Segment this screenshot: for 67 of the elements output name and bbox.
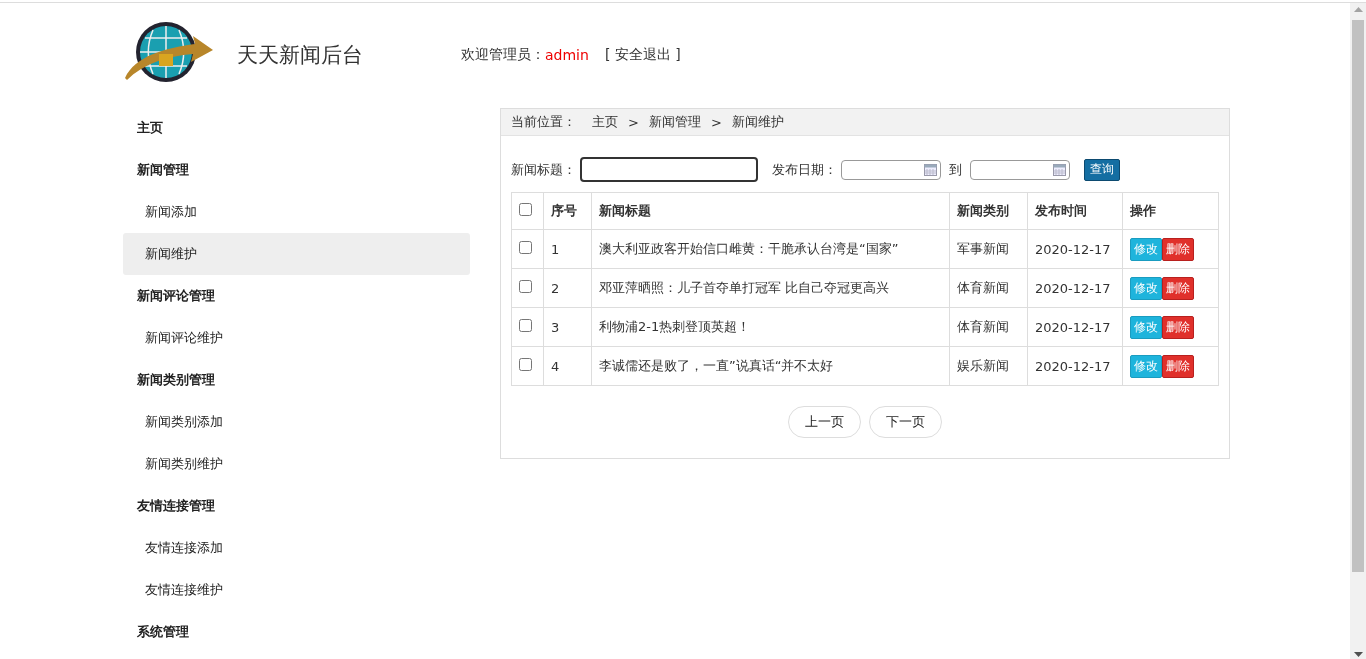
scroll-down-icon[interactable]	[1353, 652, 1363, 657]
row-checkbox[interactable]	[519, 241, 532, 254]
breadcrumb-label: 当前位置：	[511, 113, 576, 131]
next-page-button[interactable]: 下一页	[869, 406, 942, 438]
sidebar-item[interactable]: 友情连接添加	[123, 527, 470, 569]
welcome-label: 欢迎管理员：	[461, 46, 545, 64]
sidebar-item[interactable]: 新闻评论维护	[123, 317, 470, 359]
table-cell: 军事新闻	[957, 241, 1009, 256]
field-label: 发布日期：	[772, 160, 837, 179]
previous-page-button[interactable]: 上一页	[788, 406, 861, 438]
sidebar-group[interactable]: 系统管理	[123, 611, 470, 653]
breadcrumb-link[interactable]: 主页	[592, 113, 618, 131]
calendar-icon[interactable]	[1053, 163, 1066, 176]
sidebar-group[interactable]: 友情连接管理	[123, 485, 470, 527]
calendar-icon[interactable]	[924, 163, 937, 176]
start-date-field[interactable]	[841, 159, 941, 180]
table-cell: 2020-12-17	[1035, 319, 1111, 335]
column-header: 序号	[551, 203, 577, 218]
end-date-field[interactable]	[970, 159, 1070, 180]
sidebar-group[interactable]: 新闻管理	[123, 149, 470, 191]
sidebar-item[interactable]: 友情连接维护	[123, 569, 470, 611]
title-input[interactable]	[580, 157, 758, 182]
news-title-cell: 李诚儒还是败了，一直”说真话“并不太好	[599, 358, 834, 373]
table-cell: 2	[551, 280, 560, 296]
site-title: 天天新闻后台	[237, 42, 364, 69]
search-button[interactable]: 查询	[1084, 158, 1120, 181]
scrollbar-thumb[interactable]	[1352, 20, 1364, 572]
sidebar-group[interactable]: 主页	[123, 107, 470, 149]
table-cell: 4	[551, 358, 560, 374]
delete-button[interactable]: 删除	[1162, 237, 1194, 261]
breadcrumb-link[interactable]: 新闻管理	[648, 113, 701, 131]
breadcrumb-separator: >	[628, 114, 639, 130]
table-cell: 体育新闻	[957, 319, 1009, 334]
table-cell: 2020-12-17	[1035, 358, 1111, 374]
column-header: 发布时间	[1035, 203, 1087, 218]
breadcrumb-link[interactable]: 新闻维护	[731, 113, 784, 131]
field-label: 新闻标题：	[511, 160, 576, 179]
row-checkbox[interactable]	[519, 358, 532, 371]
table-cell: 3	[551, 319, 560, 335]
table-cell: 1	[551, 241, 560, 257]
column-header: 新闻标题	[599, 203, 651, 218]
news-title-cell: 邓亚萍晒照：儿子首夺单打冠军 比自己夺冠更高兴	[599, 280, 890, 295]
column-header: 操作	[1130, 203, 1156, 218]
breadcrumb-separator: >	[710, 114, 722, 130]
news-title-cell: 利物浦2-1热刺登顶英超！	[599, 319, 751, 334]
select-all-checkbox[interactable]	[519, 203, 532, 216]
sidebar-item[interactable]: 新闻类别添加	[123, 401, 470, 443]
sidebar-group[interactable]: 新闻评论管理	[123, 275, 470, 317]
sidebar-item[interactable]: 新闻添加	[123, 191, 470, 233]
sidebar-item[interactable]: 新闻类别维护	[123, 443, 470, 485]
table-cell: 体育新闻	[957, 280, 1009, 295]
to-label: 到	[949, 160, 962, 179]
logout-link[interactable]: [ 安全退出 ]	[604, 46, 681, 64]
column-header: 新闻类别	[957, 203, 1009, 218]
username: admin	[545, 47, 589, 63]
delete-button[interactable]: 删除	[1162, 354, 1194, 378]
table-cell: 2020-12-17	[1035, 280, 1111, 296]
row-checkbox[interactable]	[519, 319, 532, 332]
table-cell: 娱乐新闻	[957, 358, 1009, 373]
scrollbar[interactable]	[1350, 3, 1366, 659]
news-title-cell: 澳大利亚政客开始信口雌黄：干脆承认台湾是“国家”	[599, 241, 899, 256]
sidebar-item[interactable]: 新闻维护	[123, 233, 470, 275]
delete-button[interactable]: 删除	[1162, 315, 1194, 339]
row-checkbox[interactable]	[519, 280, 532, 293]
sidebar-group[interactable]: 新闻类别管理	[123, 359, 470, 401]
table-cell: 2020-12-17	[1035, 241, 1111, 257]
delete-button[interactable]: 删除	[1162, 276, 1194, 300]
